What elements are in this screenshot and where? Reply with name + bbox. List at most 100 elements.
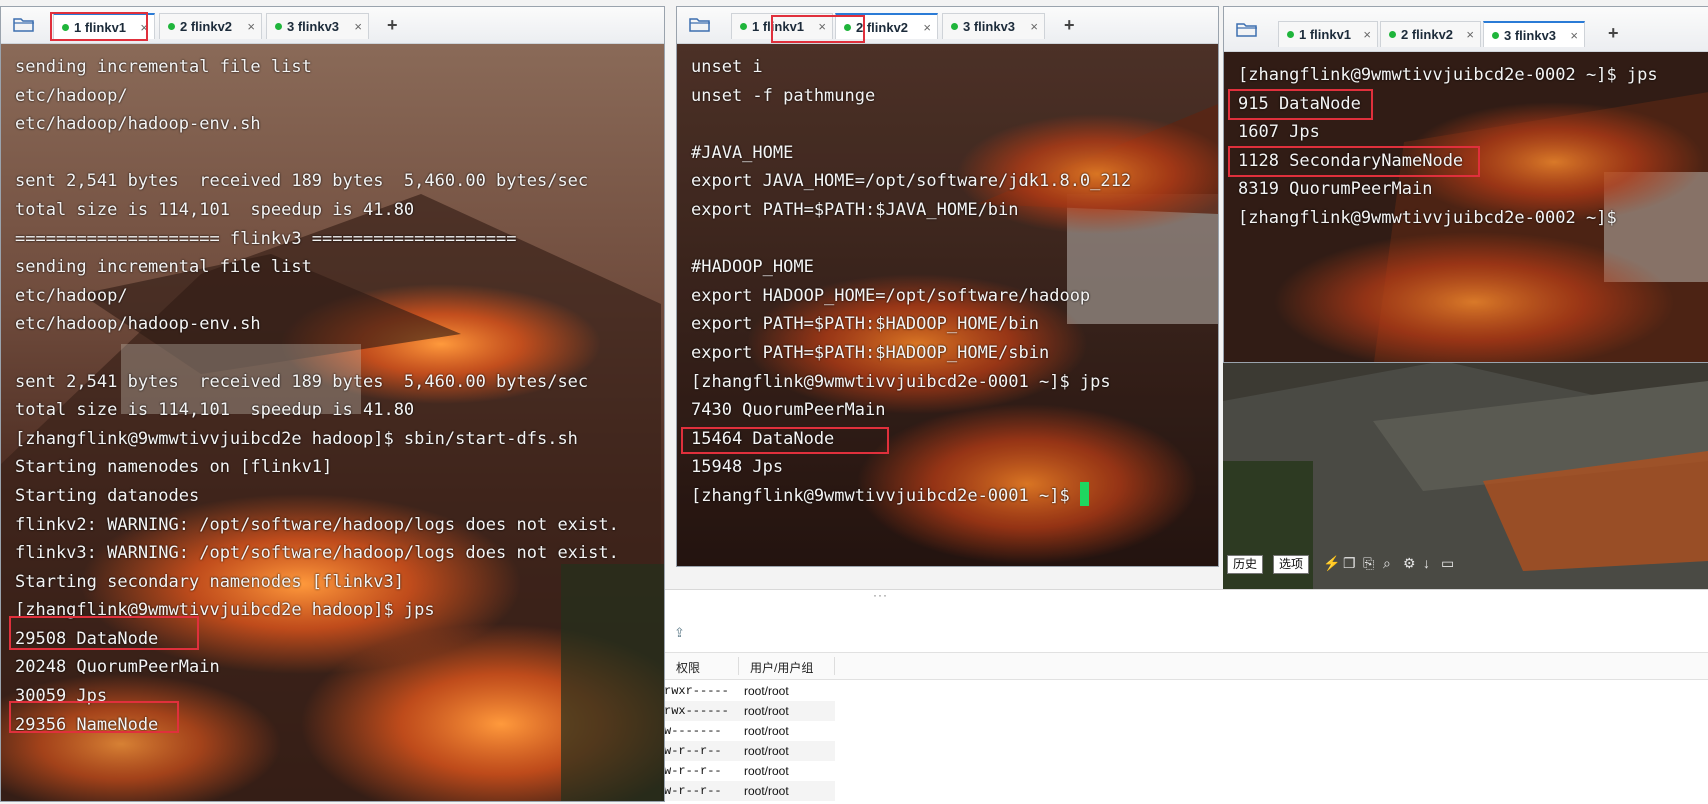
splitter-grip[interactable]: ··· <box>873 588 888 602</box>
file-row[interactable]: w-r--r-- root/root <box>660 781 835 801</box>
tab-flinkv2[interactable]: 2 flinkv2 × <box>1380 21 1481 47</box>
tab-flinkv2[interactable]: 2 flinkv2 × <box>835 13 938 39</box>
terminal-line-text: [zhangflink@9wmwtivvjuibcd2e-0001 ~]$ jp… <box>691 371 1111 392</box>
file-permissions: w-r--r-- <box>664 764 722 778</box>
status-dot-icon <box>951 23 958 30</box>
search-icon[interactable]: ⌕ <box>1383 556 1391 570</box>
tab-label: 1 flinkv1 <box>752 19 805 34</box>
terminal-line-text: Starting datanodes <box>15 485 200 506</box>
close-tab-icon[interactable]: × <box>1030 14 1038 39</box>
tab-flinkv1[interactable]: 1 flinkv1 × <box>53 13 155 39</box>
terminal-lines: sending incremental file list etc/hadoop/… <box>15 53 619 739</box>
terminal-line: Starting secondary namenodes [flinkv3] <box>15 568 619 597</box>
paste-icon[interactable]: ⎘ <box>1363 556 1374 570</box>
terminal-line: export PATH=$PATH:$HADOOP_HOME/sbin <box>691 339 1131 368</box>
column-owner[interactable]: 用户/用户组 <box>750 659 813 676</box>
upload-icon[interactable]: ⇪ <box>674 625 688 640</box>
terminal-line-text: 1128 SecondaryNameNode <box>1238 150 1464 171</box>
folder-icon[interactable] <box>13 16 35 32</box>
terminal-line-text: ==================== flinkv3 ===========… <box>15 228 517 249</box>
window-icon[interactable]: ▭ <box>1441 556 1454 570</box>
terminal-line: 30059 Jps <box>15 682 619 711</box>
close-tab-icon[interactable]: × <box>1363 22 1371 47</box>
terminal-output[interactable]: [zhangflink@9wmwtivvjuibcd2e-0002 ~]$ jp… <box>1224 52 1708 362</box>
file-row[interactable]: w-r--r-- root/root <box>660 761 835 781</box>
file-row[interactable]: w-r--r-- root/root <box>660 741 835 761</box>
tab-bar: 1 flinkv1 × 2 flinkv2 × 3 flinkv3 × + <box>1224 7 1708 52</box>
copy-icon[interactable]: ❐ <box>1343 556 1356 570</box>
new-tab-icon[interactable]: + <box>1608 23 1619 44</box>
terminal-line: flinkv2: WARNING: /opt/software/hadoop/l… <box>15 511 619 540</box>
terminal-line-text: 29356 NameNode <box>15 714 159 735</box>
file-owner: root/root <box>744 784 789 798</box>
options-button[interactable]: 选项 <box>1273 555 1310 574</box>
file-permissions: rwxr----- <box>664 684 729 698</box>
terminal-line-text: #HADOOP_HOME <box>691 257 814 278</box>
terminal-line: etc/hadoop/hadoop-env.sh <box>15 110 619 139</box>
terminal-line-text: etc/hadoop/ <box>15 285 128 306</box>
tab-flinkv1[interactable]: 1 flinkv1 × <box>731 13 833 39</box>
terminal-lines: unset i unset -f pathmunge #JAVA_HOME expor… <box>691 53 1131 511</box>
folder-icon[interactable] <box>1236 21 1258 37</box>
terminal-line: 1607 Jps <box>1238 118 1658 147</box>
terminal-line-text: #JAVA_HOME <box>691 142 794 163</box>
terminal-line: unset -f pathmunge <box>691 82 1131 111</box>
terminal-line-text: export PATH=$PATH:$HADOOP_HOME/bin <box>691 314 1039 335</box>
terminal-output[interactable]: unset i unset -f pathmunge #JAVA_HOME expor… <box>677 44 1218 566</box>
terminal-window-flinkv2: 1 flinkv1 × 2 flinkv2 × 3 flinkv3 × + un… <box>676 6 1219 567</box>
file-permissions: rwx------ <box>664 704 729 718</box>
download-icon[interactable]: ↓ <box>1423 556 1430 570</box>
terminal-line-text: Starting secondary namenodes [flinkv3] <box>15 571 404 592</box>
new-tab-icon[interactable]: + <box>387 15 398 36</box>
tab-flinkv2[interactable]: 2 flinkv2 × <box>159 13 262 39</box>
terminal-line-text: [zhangflink@9wmwtivvjuibcd2e-0002 ~]$ <box>1238 207 1627 228</box>
folder-icon[interactable] <box>689 16 711 32</box>
file-row[interactable]: rwxr----- root/root <box>660 681 835 701</box>
terminal-line: [zhangflink@9wmwtivvjuibcd2e-0001 ~]$ <box>691 481 1131 511</box>
terminal-line: 1128 SecondaryNameNode <box>1238 147 1658 176</box>
terminal-line-text: sent 2,541 bytes received 189 bytes 5,46… <box>15 171 589 192</box>
tab-label: 3 flinkv3 <box>287 19 340 34</box>
terminal-line: 29508 DataNode <box>15 625 619 654</box>
file-owner: root/root <box>744 724 789 738</box>
lightning-icon[interactable]: ⚡ <box>1323 556 1340 570</box>
terminal-line: 15464 DataNode <box>691 425 1131 454</box>
file-manager-pane: ··· ⇪ 权限 用户/用户组 rwxr----- root/root rwx---… <box>660 588 1708 804</box>
close-tab-icon[interactable]: × <box>818 14 826 39</box>
tab-flinkv3[interactable]: 3 flinkv3 × <box>266 13 369 39</box>
file-row[interactable]: w------- root/root <box>660 721 835 741</box>
status-dot-icon <box>740 23 747 30</box>
terminal-line: export PATH=$PATH:$HADOOP_HOME/bin <box>691 310 1131 339</box>
close-tab-icon[interactable]: × <box>923 15 931 40</box>
close-tab-icon[interactable]: × <box>354 14 362 39</box>
terminal-line: 915 DataNode <box>1238 90 1658 119</box>
tab-flinkv3[interactable]: 3 flinkv3 × <box>1483 21 1585 47</box>
tab-label: 3 flinkv3 <box>1504 28 1557 43</box>
tab-flinkv3[interactable]: 3 flinkv3 × <box>942 13 1045 39</box>
close-tab-icon[interactable]: × <box>1466 22 1474 47</box>
terminal-line-text: export HADOOP_HOME=/opt/software/hadoop <box>691 285 1091 306</box>
column-permissions[interactable]: 权限 <box>676 659 700 676</box>
close-tab-icon[interactable]: × <box>247 14 255 39</box>
tab-label: 1 flinkv1 <box>74 20 127 35</box>
close-tab-icon[interactable]: × <box>1570 23 1578 48</box>
terminal-line-text: etc/hadoop/hadoop-env.sh <box>15 114 261 135</box>
status-dot-icon <box>275 23 282 30</box>
terminal-line-text: 29508 DataNode <box>15 628 159 649</box>
text-cursor <box>1079 481 1089 506</box>
terminal-line-text: 20248 QuorumPeerMain <box>15 657 220 678</box>
terminal-line-text: export PATH=$PATH:$JAVA_HOME/bin <box>691 199 1019 220</box>
terminal-output[interactable]: sending incremental file list etc/hadoop/… <box>1 44 664 801</box>
terminal-line: Starting datanodes <box>15 482 619 511</box>
tab-flinkv1[interactable]: 1 flinkv1 × <box>1278 21 1378 47</box>
file-list-header: 权限 用户/用户组 <box>660 652 1708 680</box>
terminal-line-text: total size is 114,101 speedup is 41.80 <box>15 199 415 220</box>
file-row[interactable]: rwx------ root/root <box>660 701 835 721</box>
new-tab-icon[interactable]: + <box>1064 15 1075 36</box>
gear-icon[interactable]: ⚙ <box>1403 556 1416 570</box>
history-button[interactable]: 历史 <box>1227 555 1264 574</box>
status-dot-icon <box>1389 31 1396 38</box>
file-permissions: w------- <box>664 724 722 738</box>
close-tab-icon[interactable]: × <box>140 15 148 40</box>
